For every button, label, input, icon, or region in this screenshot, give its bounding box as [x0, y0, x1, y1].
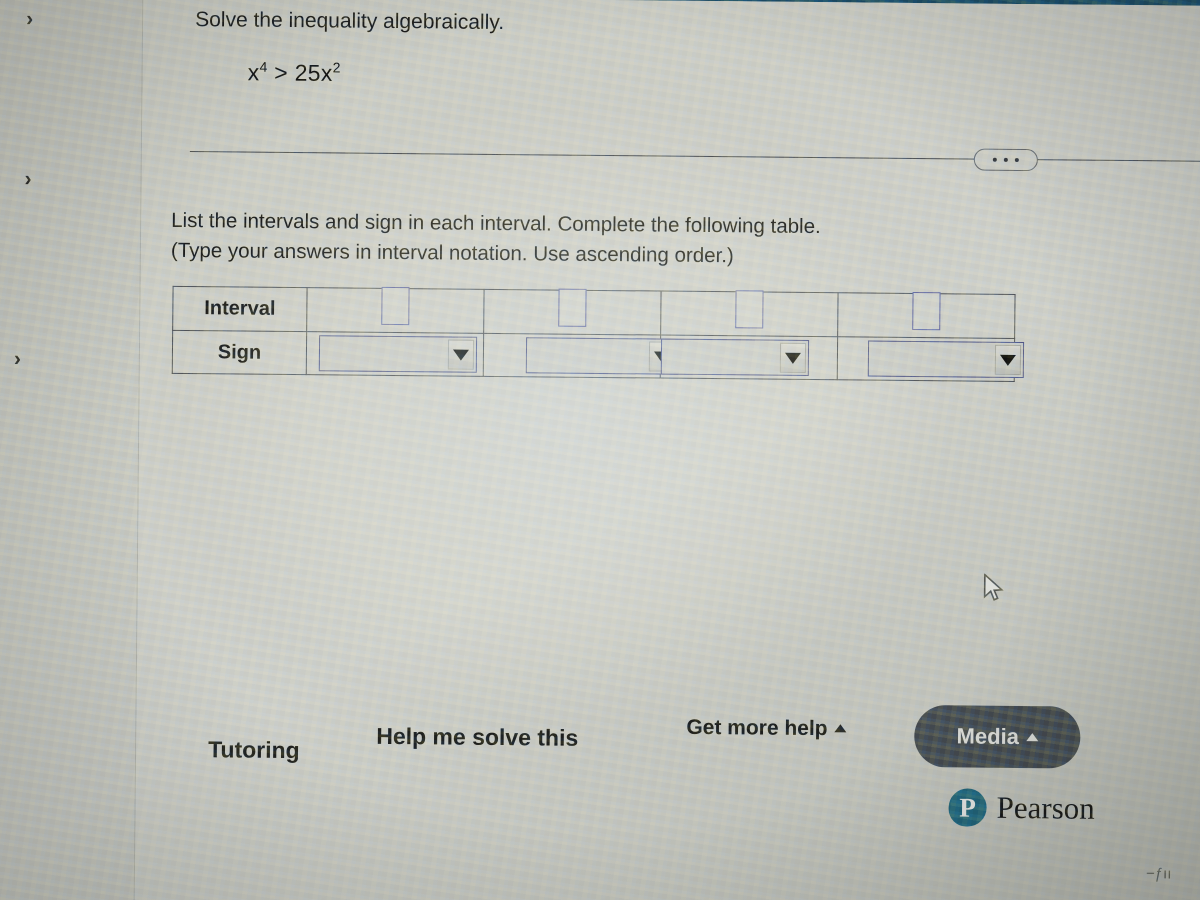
sign-cell-2[interactable]	[483, 333, 679, 379]
mouse-cursor-icon	[983, 573, 1004, 601]
row-header-sign: Sign	[172, 330, 307, 375]
interval-cell-3[interactable]	[660, 290, 839, 337]
dot-icon	[1003, 157, 1008, 162]
sign-dropdown-4[interactable]	[867, 340, 1025, 379]
dot-icon	[1014, 157, 1019, 162]
question-pane: Solve the inequality algebraically. x4 >…	[134, 0, 1200, 900]
expression-exponent-2: 2	[332, 59, 341, 76]
get-more-help-button[interactable]: Get more help	[686, 715, 847, 742]
interval-cell-2[interactable]	[483, 288, 662, 336]
sign-cell-3[interactable]	[660, 335, 838, 380]
chevron-right-icon: ›	[24, 167, 32, 191]
sidebar-item-resources[interactable]: ces	[0, 262, 140, 298]
row-header-interval: Interval	[172, 286, 308, 332]
chevron-down-icon[interactable]	[779, 342, 807, 373]
sign-cell-1[interactable]	[306, 331, 484, 377]
more-options-button[interactable]	[973, 148, 1038, 172]
interval-input-2[interactable]	[558, 288, 587, 327]
sidebar-item-0[interactable]: ›	[0, 2, 142, 38]
interval-input-4[interactable]	[912, 291, 941, 331]
chevron-down-icon[interactable]	[447, 339, 475, 370]
sidebar-item-1[interactable]: ›	[0, 162, 141, 198]
pearson-wordmark: Pearson	[996, 789, 1095, 826]
sign-dropdown-2[interactable]	[525, 337, 679, 375]
media-button-label: Media	[956, 723, 1020, 750]
cut-off-edge-text: −ƒıı	[1145, 865, 1172, 883]
interval-cell-1[interactable]	[306, 286, 485, 334]
section-divider	[189, 151, 1200, 163]
chevron-down-icon[interactable]	[994, 344, 1022, 376]
media-button[interactable]: Media	[914, 705, 1081, 769]
sign-dropdown-1[interactable]	[318, 335, 478, 373]
dot-icon	[992, 157, 997, 162]
inequality-expression: x4 > 25x2	[248, 59, 341, 88]
expression-base-1: x	[247, 59, 260, 86]
instructions: List the intervals and sign in each inte…	[171, 206, 992, 274]
sidebar: › › ces ools ›	[0, 0, 144, 900]
expression-relation: > 25	[267, 59, 321, 86]
pearson-logo: P Pearson	[948, 788, 1095, 827]
help-me-solve-this-link[interactable]: Help me solve this	[376, 723, 578, 752]
pearson-mark-icon: P	[948, 788, 987, 827]
screen-surface: › › ces ools › Solve the inequality alge…	[0, 0, 1200, 900]
interval-cell-4[interactable]	[837, 291, 1016, 339]
expression-base-2: x	[320, 59, 333, 87]
chevron-right-icon: ›	[13, 347, 22, 371]
sign-cell-4[interactable]	[837, 336, 1025, 382]
sign-dropdown-3[interactable]	[660, 338, 810, 376]
sidebar-item-tools[interactable]: ools ›	[0, 342, 139, 378]
chevron-right-icon: ›	[26, 7, 34, 31]
tutoring-link[interactable]: Tutoring	[208, 736, 300, 764]
caret-up-icon	[834, 724, 847, 733]
table-row-sign: Sign	[172, 330, 1025, 382]
get-more-help-label: Get more help	[686, 715, 828, 741]
interval-sign-table-wrapper: Interval Sign	[172, 286, 1025, 382]
interval-sign-table: Interval Sign	[172, 286, 1025, 382]
expression-exponent-1: 4	[259, 58, 268, 75]
interval-input-1[interactable]	[381, 286, 410, 326]
question-prompt: Solve the inequality algebraically.	[195, 8, 505, 35]
interval-input-3[interactable]	[735, 290, 764, 329]
photographed-screen: › › ces ools › Solve the inequality alge…	[0, 0, 1200, 900]
caret-up-icon	[1025, 733, 1039, 742]
